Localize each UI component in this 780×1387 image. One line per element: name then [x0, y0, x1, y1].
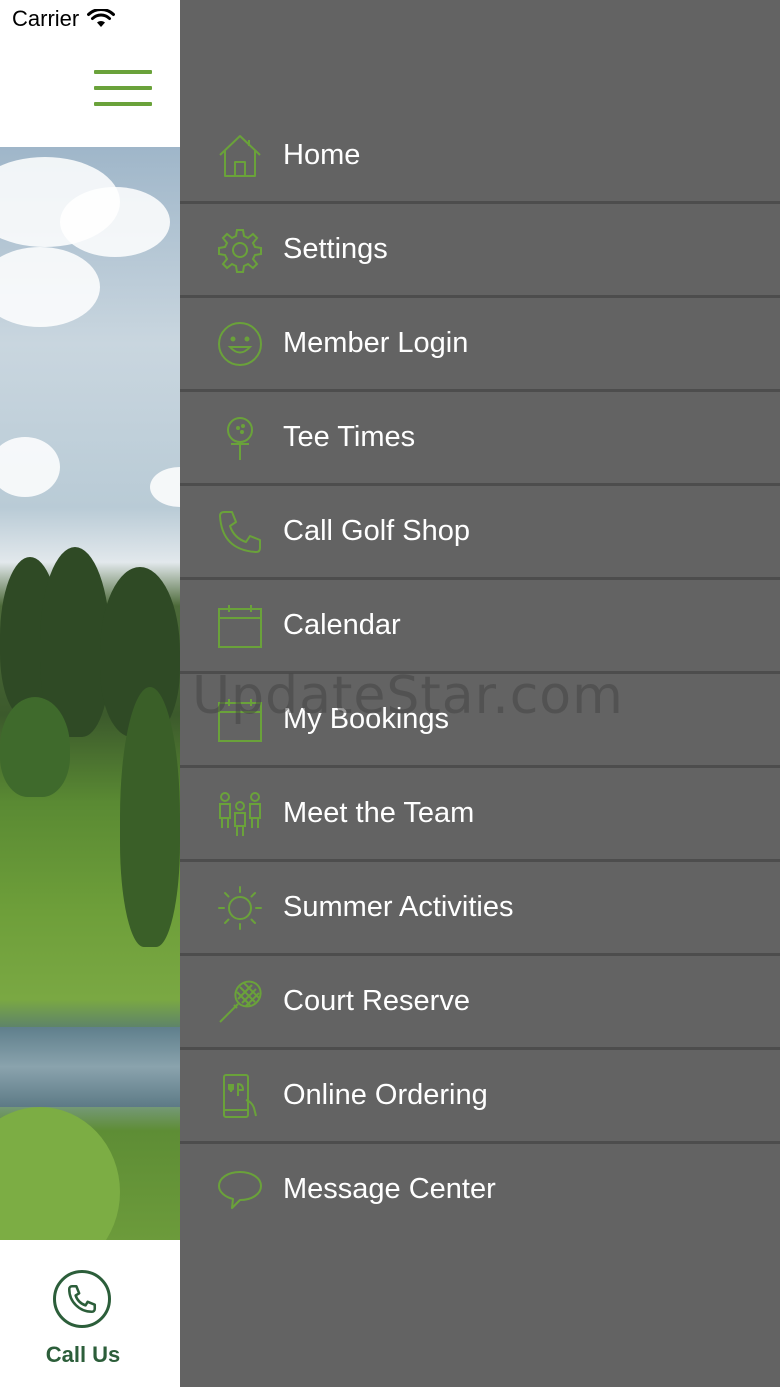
hamburger-menu-icon[interactable] [94, 68, 152, 114]
menu-item-label: Message Center [283, 1173, 496, 1205]
menu-item-meet-the-team[interactable]: Meet the Team [180, 768, 780, 862]
app-header [0, 38, 180, 147]
menu-item-label: Home [283, 139, 361, 171]
menu-item-message-center[interactable]: Message Center [180, 1144, 780, 1235]
menu-item-label: Tee Times [283, 421, 416, 453]
menu-item-label: Summer Activities [283, 891, 514, 923]
menu-item-tee-times[interactable]: Tee Times [180, 392, 780, 486]
menu-item-call-golf-shop[interactable]: Call Golf Shop [180, 486, 780, 580]
menu-item-summer-activities[interactable]: Summer Activities [180, 862, 780, 956]
menu-item-label: Settings [283, 233, 388, 265]
team-icon [219, 791, 261, 836]
call-us-phone-icon[interactable] [53, 1270, 111, 1328]
phone-icon [219, 510, 261, 553]
menu-item-label: Court Reserve [283, 985, 470, 1017]
smiley-icon [218, 321, 262, 366]
chat-bubble-icon [218, 1170, 262, 1209]
menu-item-calendar[interactable]: Calendar [180, 580, 780, 674]
menu-item-online-ordering[interactable]: Online Ordering [180, 1050, 780, 1144]
menu-item-home[interactable]: Home [180, 110, 780, 204]
menu-item-label: My Bookings [283, 703, 450, 735]
calendar-icon [218, 604, 262, 648]
menu-item-settings[interactable]: Settings [180, 204, 780, 298]
background-app: Call Us [0, 0, 180, 1387]
tennis-racket-icon [219, 980, 262, 1023]
call-us-label[interactable]: Call Us [0, 1342, 166, 1368]
navigation-drawer: Home Settings Member Login Tee Times Cal… [180, 0, 780, 1387]
menu-item-court-reserve[interactable]: Court Reserve [180, 956, 780, 1050]
menu-item-member-login[interactable]: Member Login [180, 298, 780, 392]
golf-course-hero-image [0, 147, 180, 1240]
menu-item-my-bookings[interactable]: My Bookings [180, 674, 780, 768]
menu-item-label: Call Golf Shop [283, 515, 470, 547]
home-icon [219, 134, 261, 177]
sun-icon [218, 885, 262, 930]
menu-item-label: Calendar [283, 609, 401, 641]
golf-tee-icon [227, 416, 253, 460]
phone-order-icon [223, 1073, 257, 1118]
menu-item-label: Meet the Team [283, 797, 475, 829]
drawer-menu-list: Home Settings Member Login Tee Times Cal… [180, 110, 780, 1235]
gear-icon [218, 228, 262, 273]
calendar-icon [218, 698, 262, 742]
menu-item-label: Member Login [283, 327, 469, 359]
menu-item-label: Online Ordering [283, 1079, 488, 1111]
